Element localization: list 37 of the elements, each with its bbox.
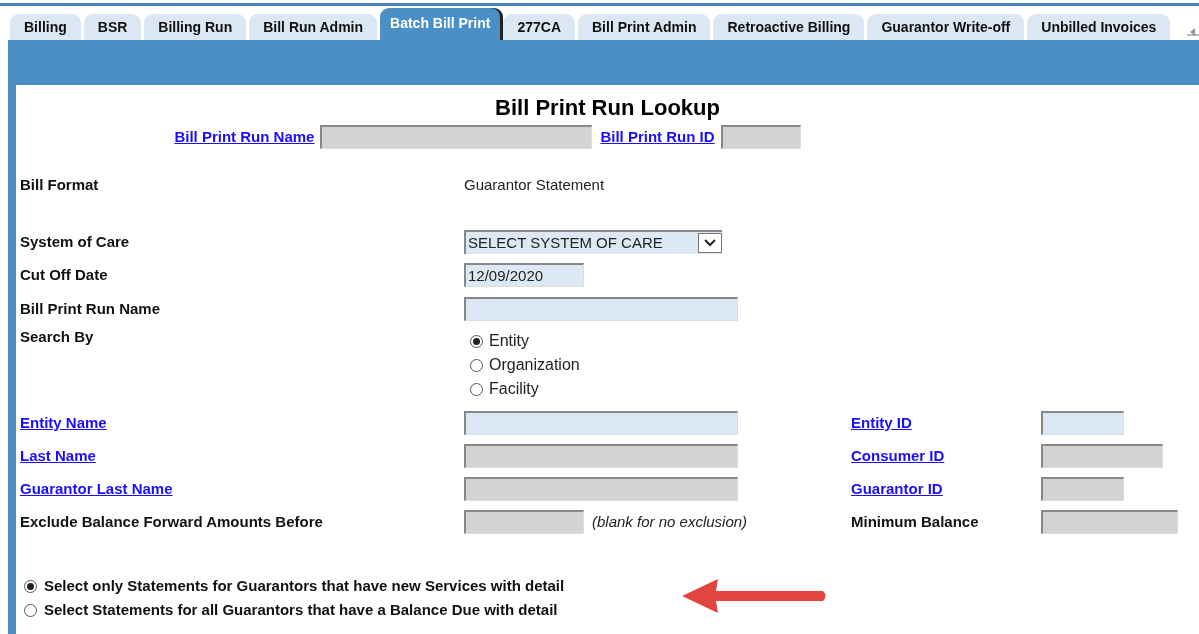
option-label: Select Statements for all Guarantors that have a Balance Due with detail (44, 599, 558, 620)
field-label: System of Care (20, 231, 131, 252)
field-label: Bill Format (20, 174, 100, 195)
tab[interactable]: Retroactive Billing (713, 14, 865, 40)
option-label: Select only Statements for Guarantors that have new Services with detail (44, 575, 565, 596)
option-label: Facility (489, 379, 539, 399)
radio-button[interactable] (24, 579, 37, 593)
radio-button[interactable] (470, 358, 483, 372)
tab[interactable]: Billing (10, 14, 81, 40)
field-link[interactable]: Entity ID (851, 411, 1041, 435)
chevron-down-icon[interactable] (698, 233, 722, 253)
tab[interactable]: Billing Run (144, 14, 247, 40)
hint-text: (blank for no exclusion) (592, 511, 748, 532)
radio-button[interactable] (470, 334, 483, 348)
page-title: Bill Print Run Lookup (494, 94, 721, 122)
input-field[interactable] (1041, 411, 1124, 435)
field-link[interactable]: Entity Name (20, 411, 464, 435)
field-label: Minimum Balance (851, 511, 980, 532)
option-label: Entity (489, 331, 529, 351)
field-label: Search By (20, 327, 95, 347)
dropdown[interactable]: SELECT SYSTEM OF CARE (464, 230, 722, 254)
radio-button[interactable] (24, 603, 37, 617)
input-field[interactable] (464, 411, 738, 435)
field-label: Bill Print Run Name (20, 298, 162, 319)
tab[interactable]: BSR (83, 14, 142, 40)
option-label: Organization (489, 355, 580, 375)
tab[interactable]: Bill Run Admin (249, 14, 378, 40)
tab[interactable]: Guarantor Write-off (867, 14, 1025, 40)
tab[interactable]: Bill Print Admin (578, 14, 711, 40)
input-field[interactable]: 12/09/2020 (464, 263, 584, 287)
field-value: Guarantor Statement (464, 174, 605, 195)
field-label: Cut Off Date (20, 264, 109, 285)
tab[interactable]: Unbilled Invoices (1027, 14, 1171, 40)
field-label: Exclude Balance Forward Amounts Before (20, 511, 324, 532)
input-field[interactable] (464, 297, 738, 321)
tab[interactable]: 277CA (503, 14, 575, 40)
radio-button[interactable] (470, 382, 483, 396)
